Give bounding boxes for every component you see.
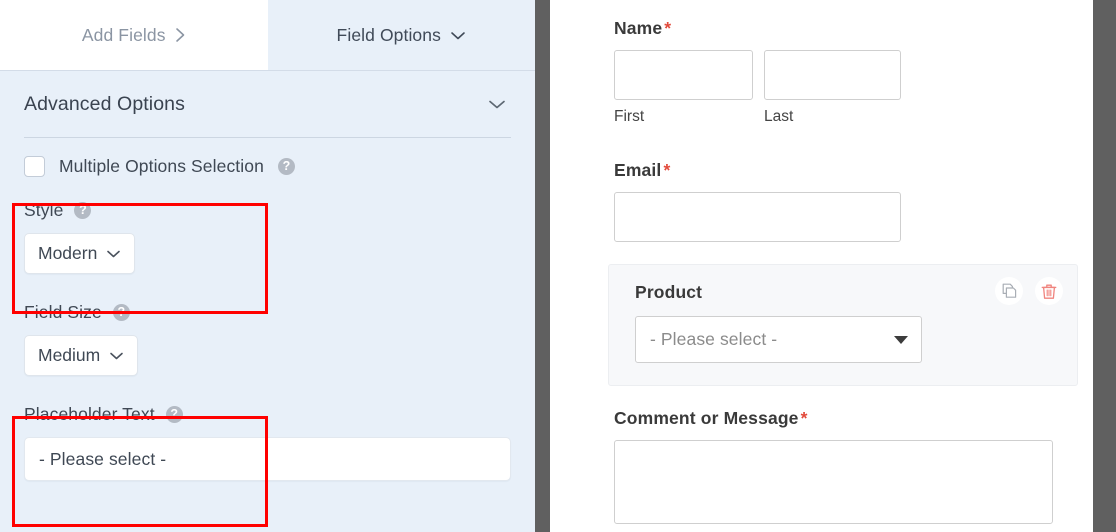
advanced-options-title: Advanced Options [24,92,185,115]
product-select[interactable]: - Please select - [635,316,922,363]
placeholder-text-label-row: Placeholder Text ? [24,404,511,425]
email-field-label-text: Email [614,160,662,180]
help-icon[interactable]: ? [165,406,183,423]
multiple-options-selection-row: Multiple Options Selection ? [22,138,513,194]
field-size-label-row: Field Size ? [24,302,511,323]
panel-tabs: Add Fields Field Options [0,0,535,71]
style-field-group: Style ? Modern [22,200,513,274]
preview-field-name: Name * First Last [614,18,1059,126]
chevron-down-icon [109,351,124,361]
placeholder-text-group: Placeholder Text ? [22,404,513,481]
name-field-label-text: Name [614,18,663,38]
tab-add-fields[interactable]: Add Fields [0,0,268,70]
form-preview-body: Name * First Last Email * Product - Plea… [550,0,1093,524]
field-size-select[interactable]: Medium [24,335,139,376]
name-field-label: Name * [614,18,1059,39]
duplicate-icon[interactable] [995,277,1023,305]
name-first-sublabel: First [614,108,645,125]
tab-field-options[interactable]: Field Options [267,0,535,70]
product-field-label: Product [635,282,1057,303]
style-select[interactable]: Modern [24,233,136,274]
required-marker: * [663,160,671,180]
panel-divider-right [1093,0,1116,532]
name-last-input[interactable] [764,50,901,100]
style-label-row: Style ? [24,200,511,221]
preview-field-email: Email * [614,160,1059,242]
trash-icon[interactable] [1035,277,1063,305]
required-marker: * [800,408,808,428]
preview-field-comment: Comment or Message * [614,408,1059,524]
advanced-options-body: Advanced Options Multiple Options Select… [0,71,535,481]
email-input[interactable] [614,192,901,242]
help-icon[interactable]: ? [112,304,130,321]
field-size-group: Field Size ? Medium [22,302,513,376]
comment-textarea[interactable] [614,440,1053,524]
product-select-value: - Please select - [650,329,778,349]
style-label: Style [24,200,64,220]
name-last-sublabel: Last [764,108,794,125]
help-icon[interactable]: ? [277,157,295,175]
preview-field-product[interactable]: Product - Please select - [608,264,1078,386]
chevron-down-icon[interactable] [483,94,511,115]
style-select-value: Modern [38,243,98,263]
product-field-label-text: Product [635,282,703,302]
help-icon[interactable]: ? [74,202,92,219]
panel-divider-left [535,0,550,532]
wpforms-field-options-screen: Add Fields Field Options Advanced Option… [0,0,1116,532]
name-first-col: First [614,50,753,126]
required-marker: * [664,18,672,38]
advanced-options-header[interactable]: Advanced Options [22,71,513,137]
field-card-actions [995,277,1063,305]
field-size-select-value: Medium [38,345,101,365]
triangle-down-icon [894,335,908,344]
email-field-label: Email * [614,160,1059,181]
tab-add-fields-label: Add Fields [81,24,166,45]
tab-field-options-label: Field Options [336,24,441,45]
comment-field-label-text: Comment or Message [614,408,799,428]
placeholder-text-input[interactable] [24,437,511,481]
chevron-down-icon [106,249,121,259]
name-inputs-row: First Last [614,50,1059,126]
name-last-col: Last [764,50,901,126]
name-first-input[interactable] [614,50,753,100]
chevron-down-icon [450,30,466,41]
form-preview-panel: Name * First Last Email * Product - Plea… [550,0,1093,532]
field-size-label: Field Size [24,302,102,322]
multiple-options-selection-checkbox[interactable] [24,155,45,177]
placeholder-text-label: Placeholder Text [24,404,155,424]
comment-field-label: Comment or Message * [614,408,1059,429]
chevron-right-icon [175,27,186,43]
multiple-options-selection-label: Multiple Options Selection [59,155,264,176]
field-options-panel: Add Fields Field Options Advanced Option… [0,0,535,532]
